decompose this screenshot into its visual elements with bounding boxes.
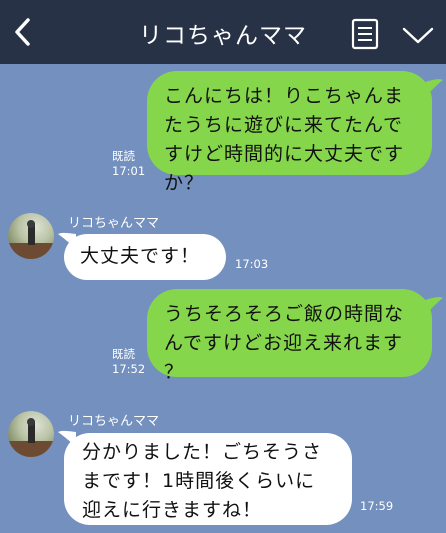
back-button[interactable] [6,14,42,50]
notes-button[interactable] [350,18,380,50]
avatar-image [8,418,54,457]
message-time: 17:59 [360,499,394,513]
message-meta: 既読 17:52 [112,347,145,377]
chat-header: リコちゃんママ [0,0,446,64]
avatar[interactable] [8,213,54,259]
message-time: 17:52 [112,362,146,376]
chat-title: リコちゃんママ [139,23,307,49]
read-receipt: 既読 [112,149,135,163]
dropdown-button[interactable] [400,22,436,48]
message-meta: 既読 17:01 [112,149,145,179]
message-time: 17:01 [112,164,146,178]
notes-icon [351,18,379,50]
read-receipt: 既読 [112,347,135,361]
sender-name: リコちゃんママ [68,216,160,231]
incoming-message[interactable]: 大丈夫です！ [64,234,226,280]
avatar[interactable] [8,411,54,457]
chevron-down-icon [402,27,434,44]
outgoing-message[interactable]: こんにちは！りこちゃんま たうちに遊びに来てたんで すけど時間的に大丈夫です か… [147,71,432,194]
sender-name: リコちゃんママ [68,414,160,429]
message-time: 17:03 [235,257,269,271]
chevron-left-icon [15,18,30,46]
outgoing-message[interactable]: うちそろそろご飯の時間な んですけどお迎え来れます ？ [147,289,432,383]
avatar-image [8,220,54,259]
incoming-message[interactable]: 分かりました！ごちそうさ まです！1時間後くらいに 迎えに行きますね！ [64,433,352,525]
